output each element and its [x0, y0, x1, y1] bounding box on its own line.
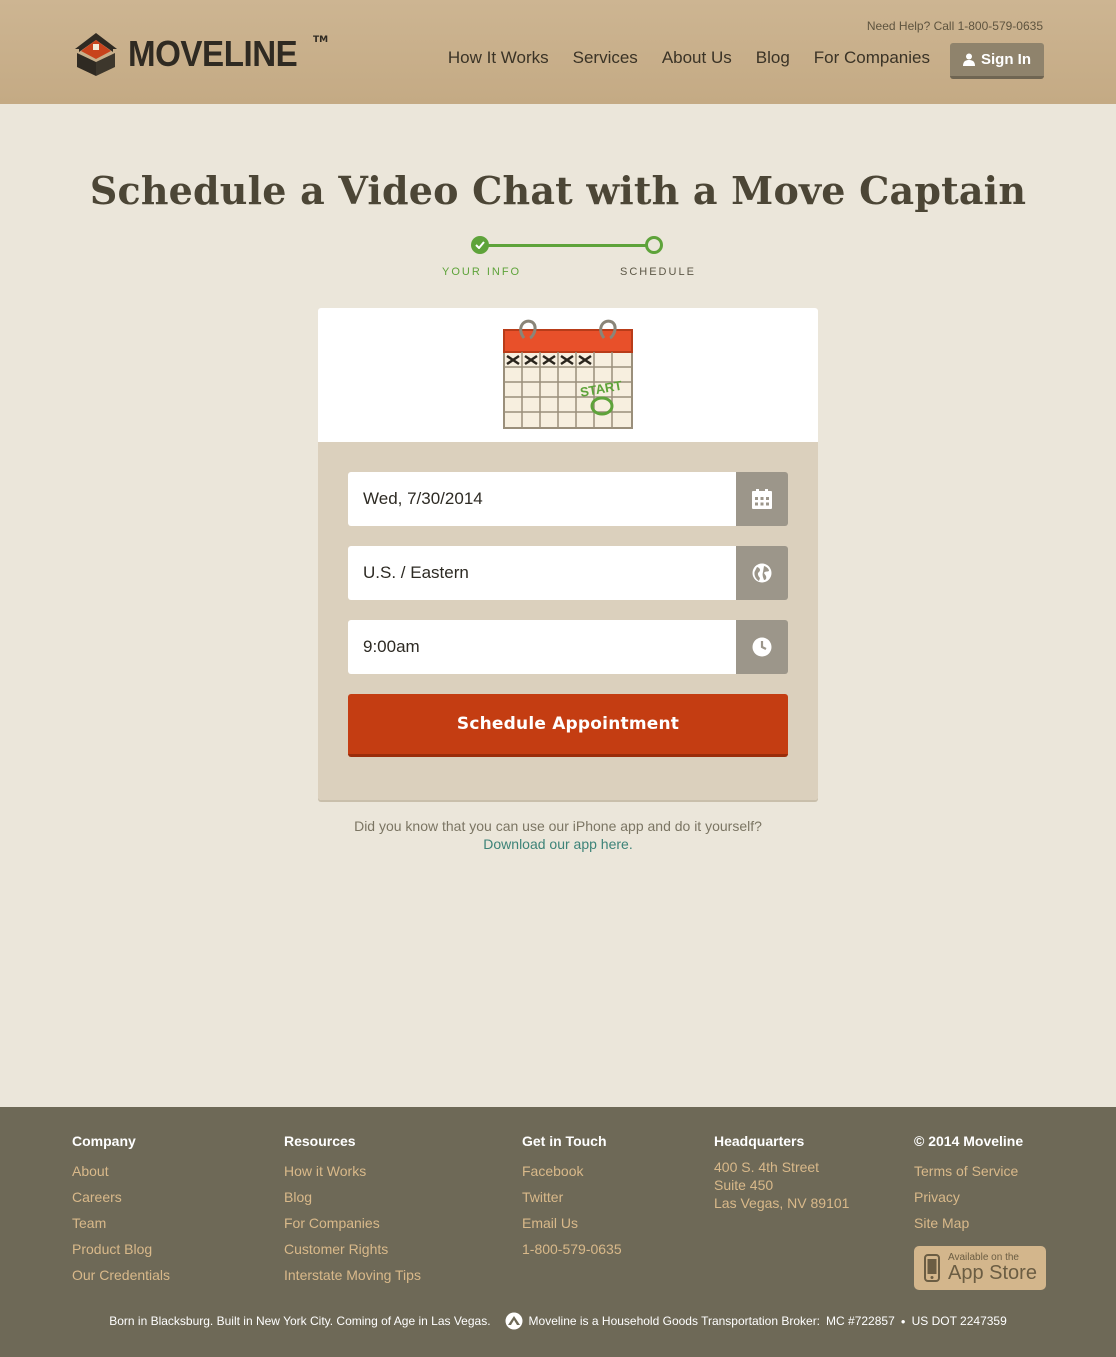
footer-hq-heading: Headquarters	[714, 1133, 805, 1149]
site-footer: Company About Careers Team Product Blog …	[0, 1107, 1116, 1357]
calendar-icon	[752, 489, 772, 509]
nav-blog[interactable]: Blog	[756, 48, 790, 68]
footer-link-blog[interactable]: Blog	[284, 1184, 421, 1210]
step-label-your-info: YOUR INFO	[442, 266, 522, 278]
clock-icon	[752, 637, 772, 657]
calendar-picker-button[interactable]	[736, 472, 788, 526]
footer-bottom-line: Born in Blacksburg. Built in New York Ci…	[0, 1312, 1116, 1330]
date-input[interactable]: Wed, 7/30/2014	[348, 472, 736, 526]
calendar-start-illustration: START	[503, 319, 633, 429]
timezone-picker-button[interactable]	[736, 546, 788, 600]
schedule-appointment-button[interactable]: Schedule Appointment	[348, 694, 788, 757]
footer-link-credentials[interactable]: Our Credentials	[72, 1262, 170, 1288]
footer-link-site-map[interactable]: Site Map	[914, 1210, 1046, 1236]
card-illustration-area: START	[318, 308, 818, 442]
app-store-text: Available on the App Store	[948, 1253, 1037, 1284]
brand-name: MOVELINE	[128, 33, 298, 74]
app-promo: Did you know that you can use our iPhone…	[0, 817, 1116, 853]
main-nav: How It Works Services About Us Blog For …	[448, 48, 930, 68]
globe-icon	[752, 563, 772, 583]
check-icon	[475, 241, 485, 249]
footer-link-privacy[interactable]: Privacy	[914, 1184, 1046, 1210]
hq-address-line-3: Las Vegas, NV 89101	[714, 1195, 850, 1211]
page-title: Schedule a Video Chat with a Move Captai…	[89, 168, 1027, 213]
footer-link-how-it-works[interactable]: How it Works	[284, 1158, 421, 1184]
footer-resources-column: Resources How it Works Blog For Companie…	[284, 1133, 421, 1288]
footer-link-product-blog[interactable]: Product Blog	[72, 1236, 170, 1262]
footer-link-team[interactable]: Team	[72, 1210, 170, 1236]
step-current-dot	[645, 236, 663, 254]
sign-in-button[interactable]: Sign In	[950, 43, 1044, 79]
app-store-badge[interactable]: Available on the App Store	[914, 1246, 1046, 1290]
footer-link-terms[interactable]: Terms of Service	[914, 1158, 1046, 1184]
nav-how-it-works[interactable]: How It Works	[448, 48, 549, 68]
footer-link-facebook[interactable]: Facebook	[522, 1158, 622, 1184]
footer-link-about[interactable]: About	[72, 1158, 170, 1184]
footer-mc-number: MC #722857	[826, 1314, 895, 1328]
footer-legal-column: © 2014 Moveline Terms of Service Privacy…	[914, 1133, 1046, 1290]
footer-link-careers[interactable]: Careers	[72, 1184, 170, 1210]
footer-copyright: © 2014 Moveline	[914, 1133, 1024, 1149]
sign-in-label: Sign In	[981, 51, 1031, 68]
footer-link-email[interactable]: Email Us	[522, 1210, 622, 1236]
time-picker-button[interactable]	[736, 620, 788, 674]
footer-link-for-companies[interactable]: For Companies	[284, 1210, 421, 1236]
schedule-form: Wed, 7/30/2014 U.S. / Eastern 9:00am Sch…	[318, 442, 818, 800]
footer-hq-column: Headquarters 400 S. 4th Street Suite 450…	[714, 1133, 849, 1212]
footer-link-phone[interactable]: 1-800-579-0635	[522, 1236, 622, 1262]
app-store-big: App Store	[948, 1262, 1037, 1284]
footer-contact-column: Get in Touch Facebook Twitter Email Us 1…	[522, 1133, 622, 1262]
user-icon	[963, 53, 975, 66]
footer-link-interstate-tips[interactable]: Interstate Moving Tips	[284, 1262, 421, 1288]
date-field: Wed, 7/30/2014	[348, 472, 788, 526]
step-complete-dot	[471, 236, 489, 254]
footer-origin-text: Born in Blacksburg. Built in New York Ci…	[109, 1314, 491, 1328]
trademark: TM	[313, 35, 329, 45]
footer-dot-number: US DOT 2247359	[911, 1314, 1007, 1328]
hq-address-line-1: 400 S. 4th Street	[714, 1159, 820, 1175]
moveline-box-house-icon	[75, 33, 117, 76]
app-promo-text: Did you know that you can use our iPhone…	[354, 818, 762, 834]
dot-logo-icon	[505, 1312, 523, 1330]
help-phone[interactable]: Need Help? Call 1-800-579-0635	[867, 19, 1043, 33]
nav-about-us[interactable]: About Us	[662, 48, 732, 68]
time-field: 9:00am	[348, 620, 788, 674]
footer-contact-heading: Get in Touch	[522, 1133, 607, 1149]
footer-company-column: Company About Careers Team Product Blog …	[72, 1133, 170, 1288]
footer-link-customer-rights[interactable]: Customer Rights	[284, 1236, 421, 1262]
footer-separator: ●	[900, 1316, 906, 1326]
nav-services[interactable]: Services	[573, 48, 638, 68]
footer-link-twitter[interactable]: Twitter	[522, 1184, 622, 1210]
schedule-card: START Wed, 7/30/2014 U.S. / Eastern 9:00…	[318, 308, 818, 800]
timezone-input[interactable]: U.S. / Eastern	[348, 546, 736, 600]
footer-broker-text: Moveline is a Household Goods Transporta…	[528, 1314, 821, 1328]
timezone-field: U.S. / Eastern	[348, 546, 788, 600]
nav-for-companies[interactable]: For Companies	[814, 48, 930, 68]
footer-company-heading: Company	[72, 1133, 136, 1149]
step-label-schedule: SCHEDULE	[620, 266, 696, 278]
progress-steps: YOUR INFO SCHEDULE	[440, 236, 700, 280]
hq-address-line-2: Suite 450	[714, 1177, 774, 1193]
time-input[interactable]: 9:00am	[348, 620, 736, 674]
iphone-icon	[924, 1254, 940, 1282]
footer-resources-heading: Resources	[284, 1133, 356, 1149]
download-app-link[interactable]: Download our app here.	[0, 835, 1116, 853]
progress-line	[480, 244, 654, 247]
brand-logo[interactable]: MOVELINE TM	[73, 31, 328, 77]
site-header: MOVELINE TM Need Help? Call 1-800-579-06…	[0, 0, 1116, 104]
